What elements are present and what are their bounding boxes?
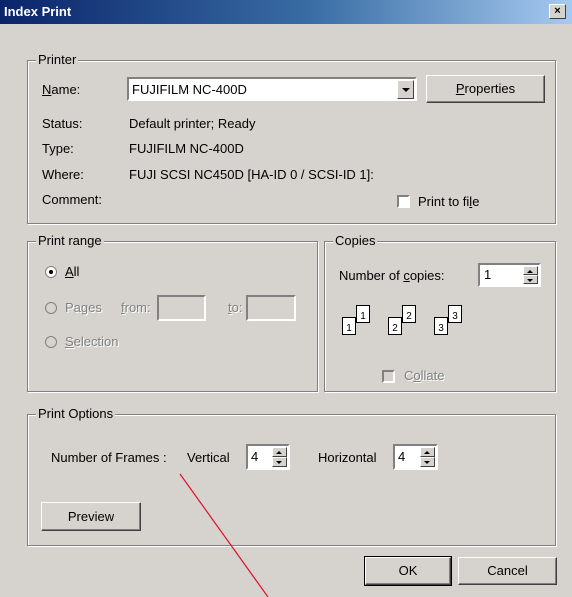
chevron-down-icon[interactable] [397, 80, 414, 99]
printer-name-value: FUJIFILM NC-400D [132, 82, 247, 97]
horizontal-value: 4 [398, 449, 406, 464]
all-radio[interactable] [45, 266, 57, 278]
collate-pages-icon: 1 1 2 2 3 3 [338, 305, 478, 345]
status-value: Default printer; Ready [129, 116, 256, 131]
page-icon: 3 [434, 317, 448, 335]
print-options-group-label: Print Options [36, 406, 116, 421]
vertical-label: Vertical [187, 450, 230, 465]
cancel-button[interactable]: Cancel [458, 557, 557, 585]
from-label: from: [121, 300, 151, 315]
copies-spinner[interactable] [523, 266, 538, 284]
close-icon[interactable]: × [549, 4, 566, 19]
number-of-copies-label: Number of copies: [339, 268, 445, 283]
vertical-spinner[interactable] [272, 447, 287, 467]
name-label: Name: [42, 82, 81, 97]
printer-name-combo[interactable]: FUJIFILM NC-400D [127, 77, 417, 101]
page-icon: 3 [448, 305, 462, 323]
spin-up-icon[interactable] [420, 447, 435, 457]
collate-label[interactable]: Collate [404, 368, 444, 383]
window-title: Index Print [4, 4, 72, 19]
copies-value: 1 [484, 267, 492, 282]
horizontal-spinner[interactable] [420, 447, 435, 467]
page-icon: 1 [356, 305, 370, 323]
copies-group-label: Copies [333, 233, 378, 248]
ok-button[interactable]: OK [364, 556, 452, 586]
pages-radio-label[interactable]: Pages [65, 300, 102, 315]
vertical-input[interactable]: 4 [246, 444, 290, 470]
printer-group-label: Printer [36, 52, 79, 67]
collate-checkbox[interactable] [382, 370, 395, 383]
where-label: Where: [42, 167, 84, 182]
title-bar[interactable]: Index Print × [0, 0, 572, 24]
horizontal-input[interactable]: 4 [393, 444, 438, 470]
index-print-dialog: Index Print × Printer Name: FUJIFILM NC-… [0, 0, 572, 597]
from-input[interactable] [157, 295, 206, 321]
page-icon: 1 [342, 317, 356, 335]
status-label: Status: [42, 116, 83, 131]
to-label: to: [228, 300, 243, 315]
spin-up-icon[interactable] [272, 447, 287, 457]
preview-button[interactable]: Preview [41, 502, 141, 531]
print-to-file-label[interactable]: Print to file [418, 194, 479, 209]
selection-radio[interactable] [45, 336, 57, 348]
comment-label: Comment: [42, 192, 102, 207]
page-icon: 2 [388, 317, 402, 335]
print-range-group-label: Print range [36, 233, 104, 248]
type-label: Type: [42, 141, 74, 156]
spin-up-icon[interactable] [523, 266, 538, 275]
spin-down-icon[interactable] [420, 457, 435, 467]
copies-input[interactable]: 1 [478, 263, 541, 287]
type-value: FUJIFILM NC-400D [129, 141, 244, 156]
spin-down-icon[interactable] [523, 275, 538, 284]
where-value: FUJI SCSI NC450D [HA-ID 0 / SCSI-ID 1]: [129, 167, 374, 182]
page-icon: 2 [402, 305, 416, 323]
spin-down-icon[interactable] [272, 457, 287, 467]
properties-button[interactable]: Properties [426, 75, 545, 103]
number-of-frames-label: Number of Frames : [51, 450, 167, 465]
to-input[interactable] [246, 295, 296, 321]
all-radio-label[interactable]: All [65, 264, 79, 279]
print-to-file-checkbox[interactable] [397, 195, 410, 208]
pages-radio[interactable] [45, 302, 57, 314]
vertical-value: 4 [251, 449, 259, 464]
selection-radio-label[interactable]: Selection [65, 334, 118, 349]
horizontal-label: Horizontal [318, 450, 377, 465]
